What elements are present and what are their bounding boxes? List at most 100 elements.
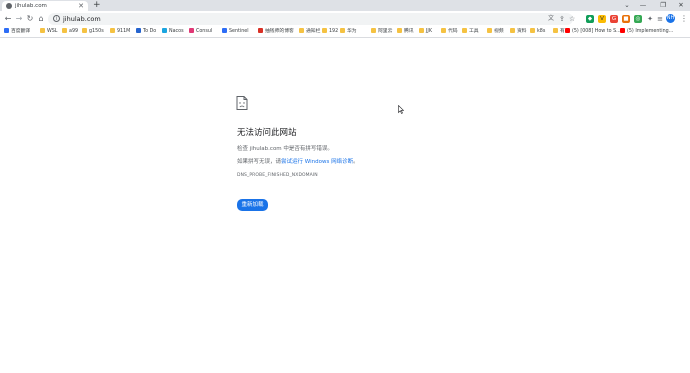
bookmark-item[interactable]: (5) Implementing...: [620, 28, 673, 36]
folder-icon: [462, 28, 467, 33]
error-retry-line: 如果拼写无误，请尝试运行 Windows 网络诊断。: [237, 158, 359, 166]
minimize-button[interactable]: —: [636, 0, 650, 11]
bookmark-label: g150s: [89, 29, 104, 34]
error-title: 无法访问此网站: [237, 128, 297, 138]
bookmark-item[interactable]: 阿里云: [371, 28, 392, 36]
bookmark-label: 阿里云: [378, 29, 393, 34]
bookmark-label: Nacos: [169, 29, 184, 34]
bookmark-label: 代码: [448, 29, 458, 34]
avatar[interactable]: NH: [666, 14, 675, 23]
bookmark-item[interactable]: JJK: [419, 28, 432, 36]
bookmark-label: 资料: [517, 29, 527, 34]
bookmark-star-icon[interactable]: ☆: [569, 14, 575, 24]
folder-icon: [397, 28, 402, 33]
extension-translate-icon[interactable]: ◎: [634, 15, 642, 23]
bookmark-item[interactable]: 911M: [110, 28, 130, 36]
error-check-line: 检查 jihulab.com 中是否有拼写错误。: [237, 145, 333, 153]
bookmark-label: 腾讯: [404, 29, 414, 34]
bookmark-item[interactable]: 抽钱师的博客: [258, 28, 294, 36]
youtube-icon: [565, 28, 570, 33]
extension-g-icon[interactable]: G: [610, 15, 618, 23]
translate-icon: [4, 28, 9, 33]
folder-icon: [340, 28, 345, 33]
bookmark-label: 视频: [494, 29, 504, 34]
toolbar: ← → ↻ ⌂ i jihulab.com ⇪ 文 ☆ ◆ V G ■ ◎ ✦ …: [0, 11, 690, 27]
bookmark-item[interactable]: 通知栏: [299, 28, 320, 36]
globe-icon: [6, 3, 12, 9]
url-text[interactable]: jihulab.com: [63, 13, 101, 25]
address-bar[interactable]: i jihulab.com ⇪ 文 ☆: [48, 13, 575, 25]
new-tab-button[interactable]: +: [93, 0, 101, 11]
network-diagnostics-link[interactable]: 尝试运行 Windows 网络诊断: [281, 159, 353, 165]
bookmark-item[interactable]: 百度翻译: [4, 28, 30, 36]
bookmark-item[interactable]: Consul: [189, 28, 212, 36]
bookmark-item[interactable]: 视频: [487, 28, 504, 36]
folder-icon: [371, 28, 376, 33]
tab-jihulab[interactable]: jihulab.com ✕: [2, 1, 88, 11]
extension-orange-icon[interactable]: ■: [622, 15, 630, 23]
retry-suffix: 。: [353, 159, 359, 165]
folder-icon: [62, 28, 67, 33]
bookmark-label: (5) [008] How to S...: [572, 29, 621, 34]
folder-icon: [110, 28, 115, 33]
folder-icon: [82, 28, 87, 33]
folder-icon: [487, 28, 492, 33]
home-icon[interactable]: ⌂: [35, 12, 47, 26]
bookmark-item[interactable]: 工具: [462, 28, 479, 36]
consul-icon: [189, 28, 194, 33]
extension-shield-icon[interactable]: ◆: [586, 15, 594, 23]
folder-icon: [40, 28, 45, 33]
tab-strip: jihulab.com ✕ + ⌄ — ❐ ✕: [0, 0, 690, 11]
bookmark-item[interactable]: 腾讯: [397, 28, 414, 36]
bookmark-label: 工具: [469, 29, 479, 34]
reload-button[interactable]: 重新加载: [237, 199, 268, 211]
folder-icon: [322, 28, 327, 33]
check-prefix: 检查: [237, 146, 250, 152]
restore-button[interactable]: ❐: [656, 0, 670, 11]
bookmark-item[interactable]: Nacos: [162, 28, 184, 36]
folder-icon: [553, 28, 558, 33]
bookmark-item[interactable]: 资料: [510, 28, 527, 36]
bookmark-label: Consul: [196, 29, 213, 34]
bookmark-item[interactable]: a99: [62, 28, 78, 36]
translate-page-icon[interactable]: 文: [548, 14, 554, 24]
menu-icon[interactable]: ⋮: [680, 13, 688, 25]
site-info-icon[interactable]: i: [53, 15, 60, 22]
bookmark-item[interactable]: Sentinel: [222, 28, 249, 36]
todo-check-icon: [136, 28, 141, 33]
bookmark-item[interactable]: To Do: [136, 28, 156, 36]
bookmark-label: 通知栏: [306, 29, 321, 34]
bookmark-item[interactable]: 192: [322, 28, 338, 36]
bookmark-label: 抽钱师的博客: [265, 29, 294, 34]
window-close-button[interactable]: ✕: [674, 0, 688, 11]
extensions-puzzle-icon[interactable]: ✦: [646, 15, 654, 23]
bookmark-item[interactable]: (5) [008] How to S...: [565, 28, 621, 36]
bookmark-label: (5) Implementing...: [627, 29, 674, 34]
bookmark-label: 华为: [347, 29, 357, 34]
mouse-cursor-icon: [398, 105, 404, 114]
sad-document-icon: [236, 96, 248, 110]
sentinel-icon: [222, 28, 227, 33]
folder-icon: [419, 28, 424, 33]
folder-icon: [530, 28, 535, 33]
check-host: jihulab.com: [249, 146, 282, 152]
close-tab-icon[interactable]: ✕: [78, 1, 84, 11]
bookmark-label: 911M: [117, 29, 131, 34]
bookmark-item[interactable]: g150s: [82, 28, 104, 36]
media-icon[interactable]: ≡: [656, 15, 664, 23]
bookmark-item[interactable]: 华为: [340, 28, 357, 36]
bookmark-label: k8s: [537, 29, 546, 34]
bookmark-item[interactable]: WSL: [40, 28, 57, 36]
retry-prefix: 如果拼写无误，请: [237, 159, 282, 165]
bookmark-item[interactable]: 代码: [441, 28, 458, 36]
tab-title: jihulab.com: [15, 3, 47, 9]
bookmark-item[interactable]: 有: [553, 28, 565, 36]
bookmark-label: Sentinel: [229, 29, 249, 34]
share-icon[interactable]: ⇪: [559, 14, 565, 24]
bookmark-label: WSL: [47, 29, 58, 34]
bookmark-item[interactable]: k8s: [530, 28, 545, 36]
folder-icon: [299, 28, 304, 33]
tab-search-icon[interactable]: ⌄: [620, 0, 634, 11]
youtube-icon: [620, 28, 625, 33]
extension-v-icon[interactable]: V: [598, 15, 606, 23]
